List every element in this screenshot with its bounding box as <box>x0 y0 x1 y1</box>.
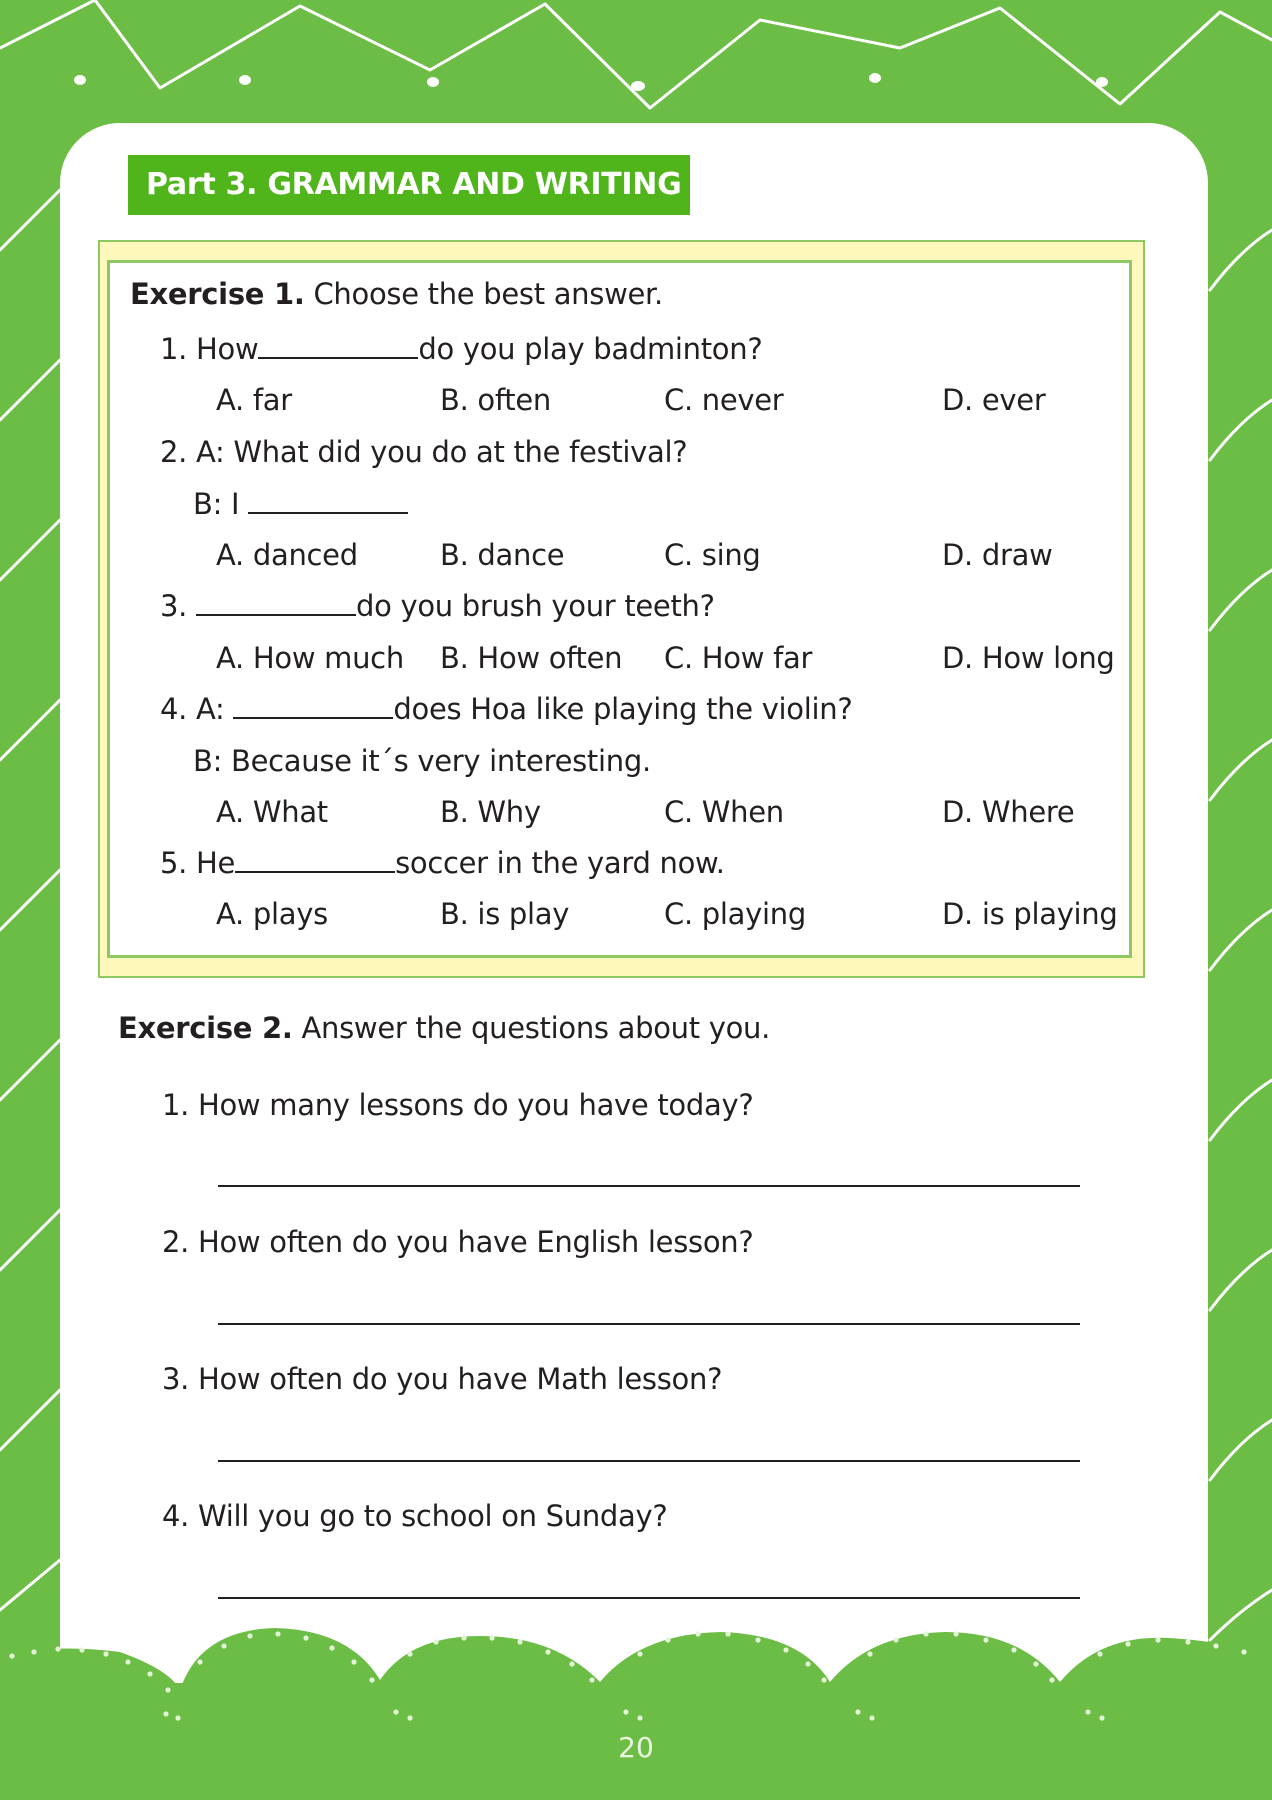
option-c[interactable]: C. When <box>664 794 784 830</box>
option-b[interactable]: B. dance <box>440 537 565 573</box>
exercise2-question-4: 4. Will you go to school on Sunday? <box>162 1499 668 1533</box>
option-a[interactable]: A. What <box>216 794 328 830</box>
question-text: How <box>196 332 259 366</box>
option-b[interactable]: B. is play <box>440 896 569 932</box>
question-number: 3. <box>160 589 188 623</box>
answer-line-4[interactable] <box>218 1597 1080 1599</box>
question-2: 2. A: What did you do at the festival? <box>160 434 688 470</box>
question-number: 1. <box>160 332 188 366</box>
exercise1-instruction: Choose the best answer. <box>313 277 663 311</box>
question-2-reply: B: I <box>193 486 409 522</box>
exercise2-question-2: 2. How often do you have English lesson? <box>162 1225 754 1259</box>
question-3: 3. do you brush your teeth? <box>160 588 715 624</box>
answer-line-3[interactable] <box>218 1460 1080 1462</box>
exercise2-question-3: 3. How often do you have Math lesson? <box>162 1362 723 1396</box>
page-number: 20 <box>618 1731 654 1764</box>
question-text: do you brush your teeth? <box>356 589 715 623</box>
question-5: 5. He soccer in the yard now. <box>160 845 725 881</box>
option-c[interactable]: C. sing <box>664 537 761 573</box>
option-c[interactable]: C. How far <box>664 640 812 676</box>
answer-line-1[interactable] <box>218 1185 1080 1187</box>
question-text: do you play badminton? <box>418 332 763 366</box>
question-text: does Hoa like playing the violin? <box>393 692 853 726</box>
option-d[interactable]: D. ever <box>942 382 1046 418</box>
question-number: 4. <box>160 692 188 726</box>
option-c[interactable]: C. playing <box>664 896 806 932</box>
question-4-reply: B: Because it´s very interesting. <box>193 744 651 778</box>
part-header: Part 3. GRAMMAR AND WRITING <box>128 155 690 215</box>
option-d[interactable]: D. is playing <box>942 896 1118 932</box>
question-1: 1. How do you play badminton? <box>160 331 763 367</box>
answer-blank[interactable] <box>233 691 394 719</box>
question-4: 4. A: does Hoa like playing the violin? <box>160 691 853 727</box>
answer-blank[interactable] <box>258 331 419 359</box>
option-d[interactable]: D. How long <box>942 640 1115 676</box>
answer-line-2[interactable] <box>218 1323 1080 1325</box>
question-text: A: <box>196 692 225 726</box>
question-text: B: I <box>193 487 240 521</box>
option-a[interactable]: A. far <box>216 382 292 418</box>
option-b[interactable]: B. How often <box>440 640 623 676</box>
scalloped-border <box>0 1628 1272 1730</box>
question-number: 2. <box>160 435 188 469</box>
answer-blank[interactable] <box>248 486 409 514</box>
option-c[interactable]: C. never <box>664 382 784 418</box>
option-b[interactable]: B. often <box>440 382 551 418</box>
option-a[interactable]: A. How much <box>216 640 404 676</box>
option-b[interactable]: B. Why <box>440 794 541 830</box>
answer-blank[interactable] <box>196 588 356 616</box>
exercise2-question-1: 1. How many lessons do you have today? <box>162 1088 754 1122</box>
option-d[interactable]: D. draw <box>942 537 1053 573</box>
exercise2-heading: Exercise 2. Answer the questions about y… <box>118 1010 770 1046</box>
exercise2-instruction: Answer the questions about you. <box>301 1011 771 1045</box>
question-number: 5. <box>160 846 188 880</box>
option-a[interactable]: A. danced <box>216 537 358 573</box>
answer-blank[interactable] <box>235 845 396 873</box>
exercise1-heading: Exercise 1. Choose the best answer. <box>130 276 663 312</box>
option-d[interactable]: D. Where <box>942 794 1075 830</box>
question-text: A: What did you do at the festival? <box>196 435 688 469</box>
question-text: soccer in the yard now. <box>395 846 725 880</box>
question-text: He <box>196 846 236 880</box>
exercise1-title: Exercise 1. <box>130 277 305 311</box>
option-a[interactable]: A. plays <box>216 896 328 932</box>
exercise2-title: Exercise 2. <box>118 1011 293 1045</box>
